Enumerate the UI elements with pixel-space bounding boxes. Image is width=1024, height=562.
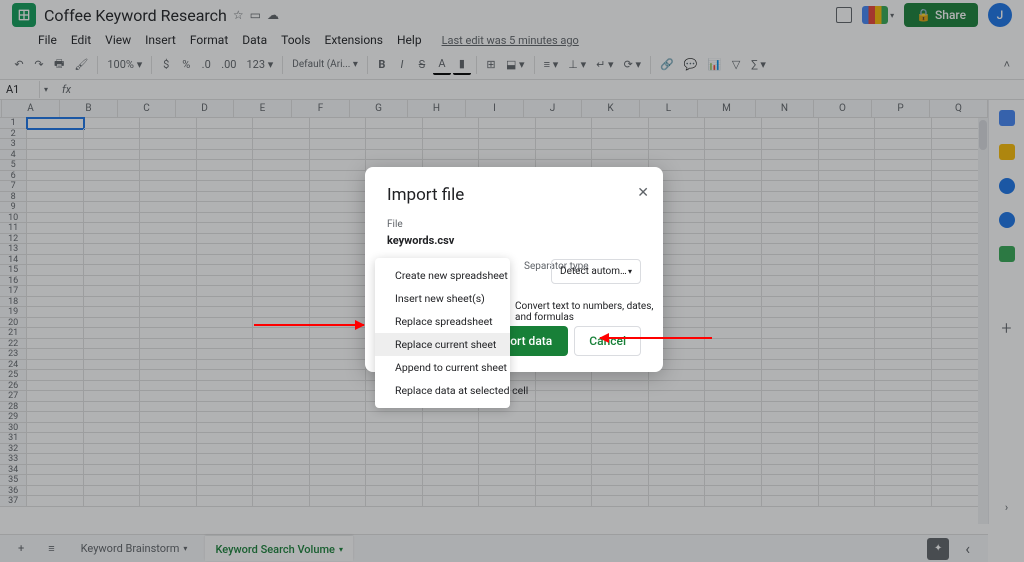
import-location-dropdown: Create new spreadsheet Insert new sheet(… <box>375 258 510 408</box>
option-append-current-sheet[interactable]: Append to current sheet <box>375 356 510 379</box>
chevron-down-icon: ▾ <box>628 267 632 276</box>
close-icon[interactable]: ✕ <box>637 185 649 201</box>
annotation-arrow-right <box>600 337 712 339</box>
option-replace-current-sheet[interactable]: Replace current sheet <box>375 333 510 356</box>
option-create-new-spreadsheet[interactable]: Create new spreadsheet <box>375 264 510 287</box>
file-name: keywords.csv <box>387 234 641 247</box>
file-section-label: File <box>387 219 641 230</box>
dialog-title: Import file <box>387 185 641 205</box>
option-replace-spreadsheet[interactable]: Replace spreadsheet <box>375 310 510 333</box>
annotation-arrow-left <box>254 324 364 326</box>
option-replace-at-selected-cell[interactable]: Replace data at selected cell <box>375 379 510 402</box>
separator-value: Detect automatically <box>560 266 628 277</box>
separator-type-select[interactable]: Detect automatically ▾ <box>551 259 641 284</box>
option-insert-new-sheet[interactable]: Insert new sheet(s) <box>375 287 510 310</box>
convert-text-label: Convert text to numbers, dates, and form… <box>515 301 655 323</box>
